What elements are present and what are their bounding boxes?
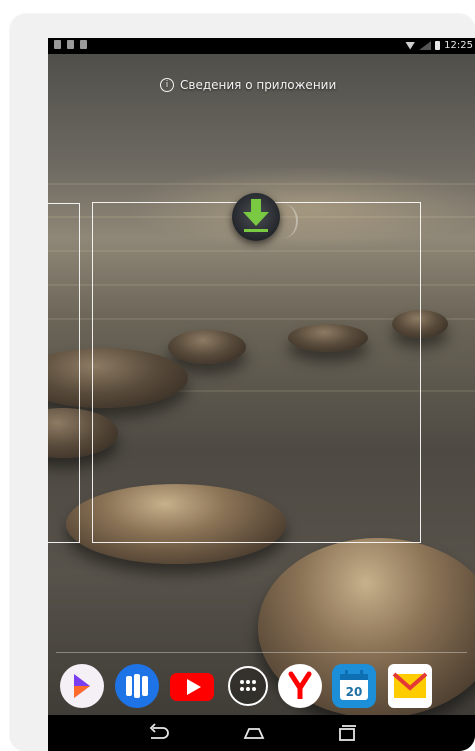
dragged-download-app[interactable]: [232, 193, 280, 241]
home-button[interactable]: [242, 722, 266, 744]
mail-icon[interactable]: [388, 664, 432, 708]
clock: 12:25: [444, 40, 473, 51]
download-icon: [243, 199, 269, 232]
recents-button[interactable]: [335, 722, 359, 744]
notification-icon: [80, 40, 87, 49]
notification-icon: [67, 40, 74, 49]
previous-page-outline[interactable]: [48, 203, 80, 543]
status-bar: 12:25: [48, 38, 475, 54]
signal-icon: [419, 41, 432, 50]
app-launcher-icon[interactable]: [60, 664, 104, 708]
app-info-drop-target[interactable]: i Сведения о приложении: [160, 78, 336, 92]
info-icon: i: [160, 78, 174, 92]
dock-divider: [56, 652, 467, 653]
phone-screen: 12:25 i Сведения о приложении 20: [48, 38, 475, 751]
calendar-icon[interactable]: 20: [332, 664, 376, 708]
calendar-date: 20: [346, 685, 363, 699]
system-icons: 12:25: [405, 40, 473, 51]
dock: 20: [60, 664, 475, 712]
notification-icon: [54, 40, 61, 49]
battery-icon: [435, 41, 441, 50]
yandex-icon[interactable]: [278, 664, 322, 708]
app-info-label: Сведения о приложении: [180, 78, 337, 92]
back-button[interactable]: [147, 722, 171, 744]
maps-icon[interactable]: [115, 664, 159, 708]
all-apps-icon[interactable]: [226, 664, 270, 708]
recents-icon: [339, 725, 356, 741]
wifi-icon: [405, 41, 416, 50]
notification-icons: [54, 40, 87, 49]
home-page-outline[interactable]: [92, 202, 421, 543]
wallpaper-ripple: [48, 183, 475, 185]
home-icon: [243, 728, 265, 739]
back-icon: [149, 723, 169, 739]
device-frame: 12:25 i Сведения о приложении 20: [10, 14, 475, 751]
youtube-icon[interactable]: [168, 664, 216, 708]
navigation-bar: [48, 715, 475, 751]
